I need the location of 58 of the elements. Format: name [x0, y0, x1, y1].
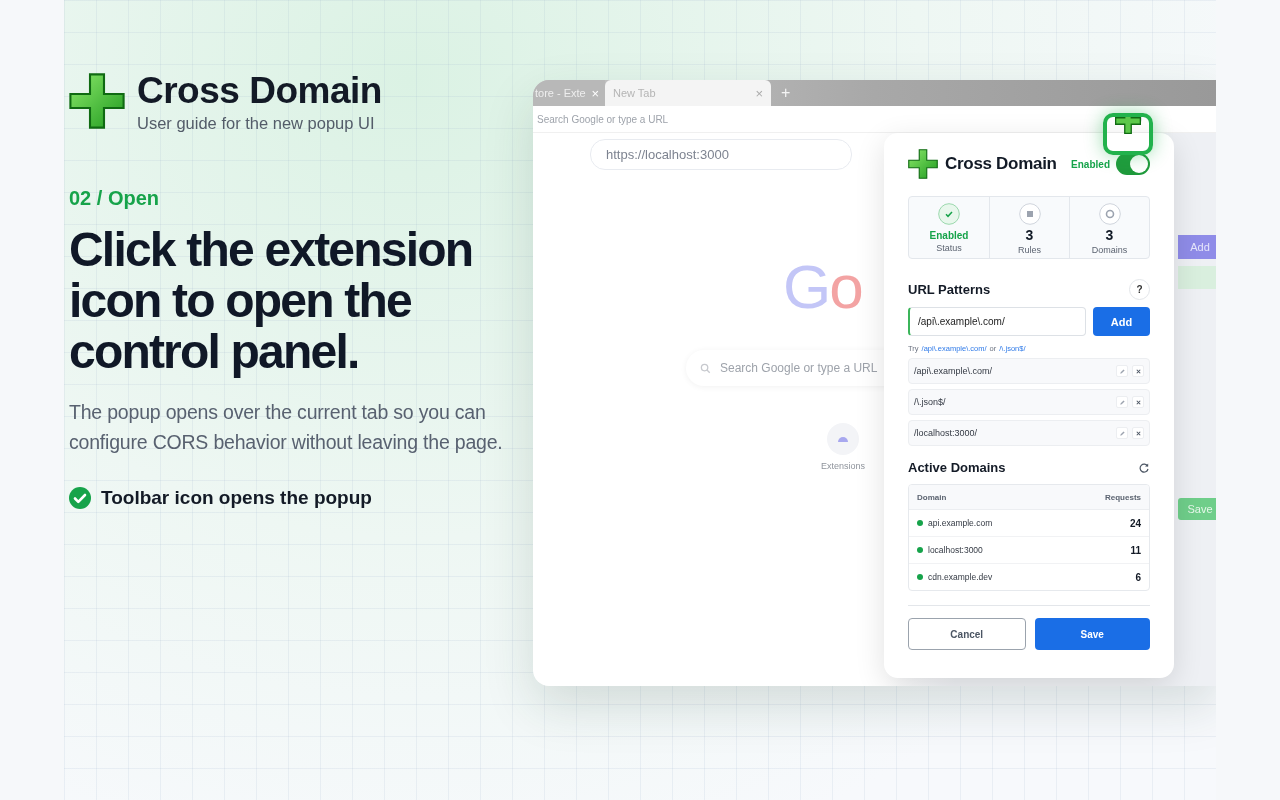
- url-field[interactable]: https://localhost:3000: [590, 139, 852, 170]
- save-button[interactable]: Save: [1034, 618, 1150, 650]
- step-label: 02 / Open: [69, 187, 161, 210]
- brand-subtitle: User guide for the new popup UI: [137, 114, 376, 133]
- save-button[interactable]: Save: [1178, 498, 1216, 520]
- pencil-icon: [1118, 429, 1126, 437]
- browser-tab[interactable]: New Tab ×: [605, 80, 771, 106]
- cross-logo-icon: [908, 148, 938, 180]
- pattern-row: /localhost:3000/: [908, 420, 1150, 446]
- domain-name: localhost:3000: [928, 545, 984, 555]
- request-count: 6: [1135, 571, 1141, 583]
- shortcut-label[interactable]: Extensions: [821, 461, 866, 471]
- request-count: 24: [1129, 517, 1141, 529]
- delete-button[interactable]: [1132, 365, 1144, 377]
- section-title: URL Patterns: [908, 282, 991, 297]
- brand-title: Cross Domain: [137, 70, 382, 112]
- google-logo: Go: [783, 251, 862, 322]
- check-icon: [938, 203, 960, 225]
- feature-text: Toolbar icon opens the popup: [101, 487, 372, 509]
- delete-button[interactable]: [1132, 396, 1144, 408]
- cancel-button[interactable]: Cancel: [908, 618, 1026, 650]
- section-title: Active Domains: [908, 460, 1006, 475]
- close-icon[interactable]: ×: [591, 85, 599, 101]
- stat-value: 3: [1025, 227, 1034, 243]
- popup-title: Cross Domain: [945, 154, 1057, 174]
- stat-label: Domains: [1091, 245, 1128, 255]
- stat-value: Enabled: [929, 230, 969, 241]
- refresh-icon[interactable]: [1138, 461, 1150, 474]
- search-icon: [700, 362, 711, 374]
- stat-label: Rules: [1018, 245, 1041, 255]
- domain-name: api.example.com: [928, 518, 994, 528]
- description: The popup opens over the current tab so you can configure CORS behavior without leaving the page.: [69, 400, 504, 455]
- pattern-input[interactable]: /api\.example\.com/: [908, 307, 1086, 336]
- add-button[interactable]: Add: [1178, 235, 1216, 259]
- pencil-icon: [1118, 367, 1126, 375]
- stat-label: Status: [936, 243, 962, 253]
- close-icon[interactable]: ×: [755, 85, 763, 101]
- help-button[interactable]: ?: [1129, 279, 1150, 300]
- new-tab-button[interactable]: +: [781, 84, 791, 102]
- background-bar: [1178, 266, 1216, 289]
- close-icon: [1134, 429, 1142, 437]
- close-icon: [1134, 367, 1142, 375]
- stat-value: 3: [1105, 227, 1114, 243]
- request-count: 11: [1130, 544, 1141, 556]
- add-button[interactable]: Add: [1093, 307, 1150, 336]
- pattern-row: /\.json$/: [908, 389, 1150, 415]
- column-header: Domain: [917, 492, 947, 502]
- column-header: Requests: [1105, 492, 1141, 502]
- pencil-icon: [1118, 398, 1126, 406]
- enable-toggle[interactable]: [1116, 153, 1150, 175]
- pattern-row: /api\.example\.com/: [908, 358, 1150, 384]
- headline: Click the extension icon to open the control panel.: [69, 224, 474, 377]
- close-icon: [1134, 398, 1142, 406]
- domain-name: cdn.example.dev: [928, 572, 994, 582]
- address-bar[interactable]: Search Google or type a URL: [537, 113, 669, 125]
- cross-logo-icon: [69, 70, 125, 132]
- delete-button[interactable]: [1132, 427, 1144, 439]
- toggle-label: Enabled: [1071, 158, 1110, 170]
